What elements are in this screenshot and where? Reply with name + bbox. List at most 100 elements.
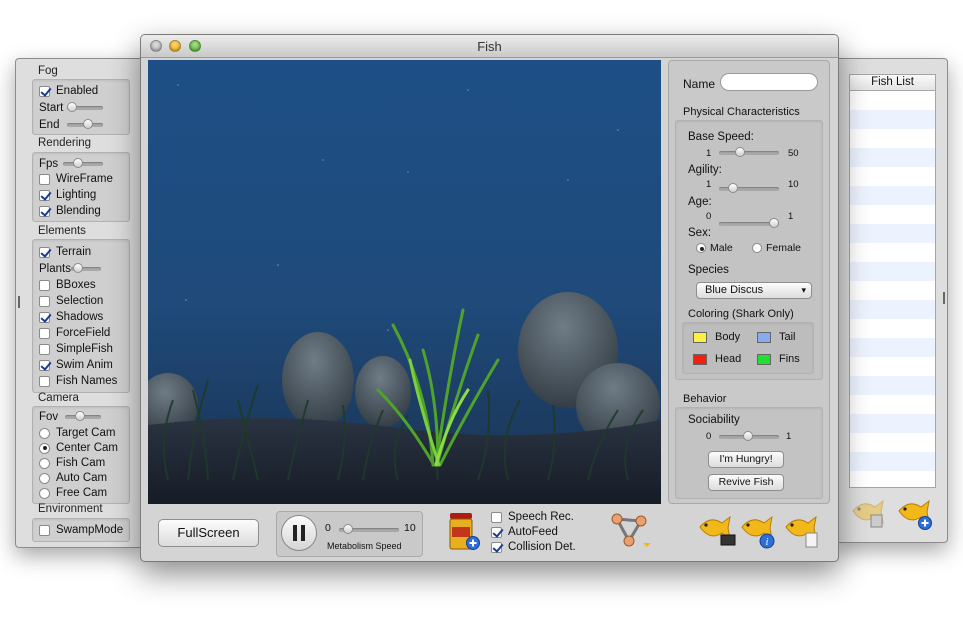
- target-cam-radio[interactable]: Target Cam: [39, 425, 115, 441]
- slider-knob[interactable]: [73, 158, 83, 168]
- fish-info-icon[interactable]: i: [739, 511, 781, 551]
- plants-label: Plants: [39, 263, 71, 275]
- environment-header: Environment: [38, 503, 103, 515]
- fins-color-well[interactable]: Fins: [757, 353, 800, 365]
- pause-icon: [293, 525, 305, 541]
- center-cam-radio[interactable]: Center Cam: [39, 440, 118, 456]
- network-graph-icon[interactable]: [607, 511, 655, 551]
- terrain-checkbox[interactable]: Terrain: [39, 244, 91, 260]
- im-hungry-button[interactable]: I'm Hungry!: [708, 451, 784, 468]
- fish-document-icon[interactable]: [783, 511, 825, 551]
- agility-min: 1: [706, 179, 712, 190]
- free-cam-radio[interactable]: Free Cam: [39, 485, 107, 501]
- age-max: 1: [788, 211, 794, 222]
- behavior-header: Behavior: [683, 393, 727, 405]
- fps-slider[interactable]: [63, 158, 103, 168]
- checkbox-icon: [39, 246, 50, 258]
- fins-swatch[interactable]: [757, 353, 771, 365]
- fish-cam-radio[interactable]: Fish Cam: [39, 455, 105, 471]
- sex-label: Sex:: [688, 227, 712, 239]
- sex-male-radio[interactable]: Male: [696, 242, 733, 254]
- title-bar[interactable]: Fish: [141, 35, 838, 58]
- fullscreen-button[interactable]: FullScreen: [158, 519, 259, 547]
- metabolism-slider[interactable]: [339, 524, 399, 534]
- checkbox-icon: [39, 173, 50, 185]
- slider-knob[interactable]: [75, 411, 85, 421]
- physical-group: Base Speed: 1 50 Agility: 1 10 Age: 0 1 …: [675, 120, 823, 380]
- age-slider[interactable]: [719, 218, 779, 228]
- fish-list-header[interactable]: Fish List: [850, 75, 935, 91]
- slider-knob[interactable]: [769, 218, 779, 228]
- left-resize-handle[interactable]: [18, 296, 20, 308]
- aquarium-scene[interactable]: [148, 60, 661, 504]
- swampmode-checkbox[interactable]: SwampMode: [39, 522, 123, 538]
- agility-slider[interactable]: [719, 183, 779, 193]
- slider-knob[interactable]: [83, 119, 93, 129]
- checkbox-icon: [39, 343, 50, 355]
- base-speed-slider[interactable]: [719, 147, 779, 157]
- head-swatch[interactable]: [693, 353, 707, 365]
- pause-button[interactable]: [281, 515, 317, 551]
- behavior-group: Sociability 0 1 I'm Hungry! Revive Fish: [675, 407, 823, 499]
- base-speed-max: 50: [788, 148, 799, 159]
- slider-knob[interactable]: [67, 102, 77, 112]
- checkbox-icon: [491, 541, 502, 553]
- checkbox-icon: [39, 85, 50, 97]
- body-color-well[interactable]: Body: [693, 331, 740, 343]
- auto-cam-radio[interactable]: Auto Cam: [39, 470, 107, 486]
- elements-group: Terrain Plants BBoxes Selection Shadows …: [32, 239, 130, 393]
- fog-end-slider[interactable]: [67, 119, 103, 129]
- body-swatch[interactable]: [693, 331, 707, 343]
- bboxes-checkbox[interactable]: BBoxes: [39, 277, 96, 293]
- add-fish-icon[interactable]: [895, 495, 937, 531]
- camera-header: Camera: [38, 392, 79, 404]
- checkbox-icon: [39, 205, 50, 217]
- checkbox-icon: [39, 359, 50, 371]
- slider-knob[interactable]: [735, 147, 745, 157]
- forcefield-checkbox[interactable]: ForceField: [39, 325, 110, 341]
- radio-icon: [39, 472, 50, 484]
- species-dropdown[interactable]: Blue Discus ▾: [696, 282, 812, 299]
- selection-checkbox[interactable]: Selection: [39, 293, 103, 309]
- shadows-checkbox[interactable]: Shadows: [39, 309, 103, 325]
- radio-icon: [696, 243, 706, 253]
- fish-food-icon[interactable]: [447, 511, 481, 553]
- speech-rec-checkbox[interactable]: Speech Rec.: [491, 511, 574, 523]
- sociability-label: Sociability: [688, 414, 740, 426]
- fog-enabled-checkbox[interactable]: Enabled: [39, 83, 98, 99]
- head-color-well[interactable]: Head: [693, 353, 741, 365]
- fishnames-checkbox[interactable]: Fish Names: [39, 373, 117, 389]
- slider-knob[interactable]: [343, 524, 353, 534]
- autofeed-checkbox[interactable]: AutoFeed: [491, 526, 558, 538]
- blending-checkbox[interactable]: Blending: [39, 203, 101, 219]
- right-resize-handle[interactable]: [943, 292, 945, 304]
- swimanim-checkbox[interactable]: Swim Anim: [39, 357, 113, 373]
- slider-knob[interactable]: [743, 431, 753, 441]
- chevron-updown-icon: ▾: [801, 285, 806, 295]
- revive-fish-button[interactable]: Revive Fish: [708, 474, 784, 491]
- radio-icon: [39, 442, 50, 454]
- fog-start-slider[interactable]: [67, 102, 103, 112]
- slider-knob[interactable]: [73, 263, 83, 273]
- slider-knob[interactable]: [728, 183, 738, 193]
- tail-color-well[interactable]: Tail: [757, 331, 796, 343]
- name-label: Name: [683, 77, 716, 91]
- collision-checkbox[interactable]: Collision Det.: [491, 541, 576, 553]
- fov-slider[interactable]: [65, 411, 101, 421]
- sociability-slider[interactable]: [719, 431, 779, 441]
- lighting-checkbox[interactable]: Lighting: [39, 187, 96, 203]
- fog-start-label: Start: [39, 102, 64, 114]
- base-speed-label: Base Speed:: [688, 131, 754, 143]
- plants-slider[interactable]: [71, 263, 101, 273]
- fog-header: Fog: [38, 65, 58, 77]
- tail-swatch[interactable]: [757, 331, 771, 343]
- checkbox-icon: [39, 295, 50, 307]
- simplefish-checkbox[interactable]: SimpleFish: [39, 341, 113, 357]
- wireframe-checkbox[interactable]: WireFrame: [39, 171, 113, 187]
- fish-screen-icon[interactable]: [697, 511, 739, 549]
- sex-female-radio[interactable]: Female: [752, 242, 801, 254]
- remove-fish-icon[interactable]: [849, 495, 889, 529]
- name-field[interactable]: [720, 73, 818, 91]
- age-label: Age:: [688, 196, 712, 208]
- fish-list-table[interactable]: Fish List: [849, 74, 936, 488]
